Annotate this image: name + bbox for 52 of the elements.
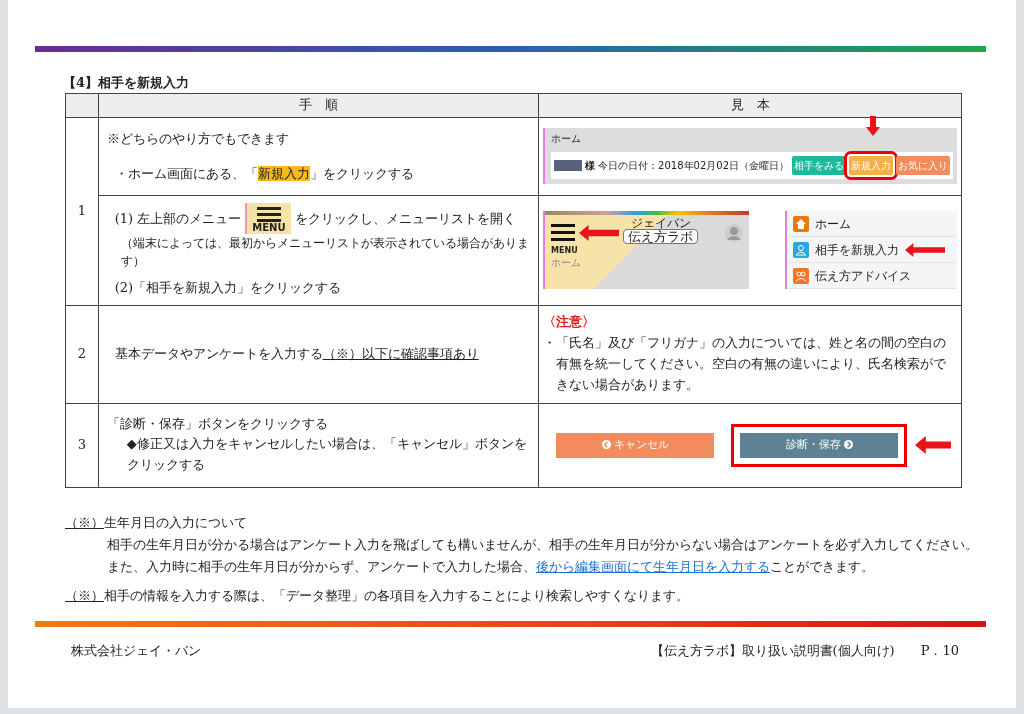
instruction-text: ◆修正又は入力をキャンセルしたい場合は、「キャンセル」ボタンをクリックする (125, 434, 528, 474)
caution-heading: 〈注意〉 (543, 313, 597, 332)
instruction-text: (1) 左上部のメニュー (114, 209, 242, 228)
house-icon (793, 215, 809, 232)
note-link[interactable]: 後から編集画面にて生年月日を入力する (536, 559, 770, 575)
date-text: 今日の日付：2018年02月02日（金曜日） (598, 159, 789, 173)
note-mark: （※） (65, 513, 104, 532)
app-logo: 伝え方ラボ (623, 229, 699, 244)
instruction-text: をクリックし、メニューリストを開く (294, 209, 516, 228)
page-number: P．10 (920, 642, 959, 661)
section-title: 【4】相手を新規入力 (63, 74, 191, 92)
menu-item[interactable]: 伝え方アドバイス (787, 263, 957, 289)
menu-icon (551, 222, 576, 243)
note-paragraph: また、入力時に相手の生年月日が分からず、アンケートで入力した場合、後から編集画面にて生年月日を入力することができます。 (106, 558, 875, 577)
menu-item[interactable]: ホーム (787, 211, 957, 237)
menu-label: MENU (550, 245, 579, 255)
step-number: 2 (77, 346, 86, 362)
person-icon (793, 241, 809, 258)
instruction-text: 基本データやアンケートを入力する（※）以下に確認事項あり (114, 345, 480, 364)
company-name: 株式会社ジェイ・バン (71, 642, 201, 661)
menu-item[interactable]: 相手を新規入力 (787, 237, 957, 263)
circle-arrow-right-icon (843, 439, 853, 449)
arrow-icon (579, 224, 620, 241)
instruction-text: ・ホーム画面にある、「新規入力」をクリックする (114, 165, 415, 183)
arrow-icon (866, 116, 880, 136)
instruction-text: 「診断・保存」ボタンをクリックする (106, 415, 329, 434)
manual-title: 【伝え方ラボ】取り扱い説明書(個人向け) (650, 642, 895, 661)
caution-text: ・「氏名」及び「フリガナ」の入力については、姓と名の間の空白の有無を統一してください。空白の有無の違いにより、氏名検索ができない場合があります。 (543, 333, 948, 395)
avatar-icon (725, 223, 744, 242)
breadcrumb-text: ホーム (551, 132, 583, 146)
save-button[interactable]: 診断・保存 (731, 423, 908, 467)
circle-arrow-left-icon (601, 439, 611, 449)
logo-ruby: ジェイバン (630, 217, 691, 229)
step-number: 3 (77, 437, 86, 453)
column-header: 手 順 (98, 93, 539, 117)
note-heading: 生年月日の入力について (104, 513, 247, 532)
instruction-note: （端末によっては、最初からメニューリストが表示されている場合があります） (120, 234, 530, 270)
note-heading: 相手の情報を入力する際は、「データ整理」の各項目を入力することにより検索しやすくなります。 (104, 587, 689, 606)
note-mark: （※） (65, 587, 104, 606)
note-paragraph: 相手の生年月日が分かる場合はアンケート入力を飛ばしても構いませんが、相手の生年月日が分からない場合はアンケートを必ず入力してください。 (106, 535, 979, 554)
arrow-icon (915, 436, 952, 454)
redacted-name-block (554, 160, 583, 171)
step-number: 1 (77, 203, 86, 219)
app-button[interactable]: お気に入り (896, 156, 950, 175)
breadcrumb-text: ホーム (550, 256, 583, 270)
menu-icon: MENU (245, 202, 291, 234)
app-button[interactable]: 相手をみる (792, 156, 846, 175)
instruction-text: (2)「相手を新規入力」をクリックする (114, 278, 343, 297)
instruction-text: ※どちらのやり方でもできます (106, 129, 290, 148)
column-header: 見 本 (538, 93, 962, 117)
name-suffix: 様 (585, 159, 596, 173)
people-icon (793, 267, 809, 284)
